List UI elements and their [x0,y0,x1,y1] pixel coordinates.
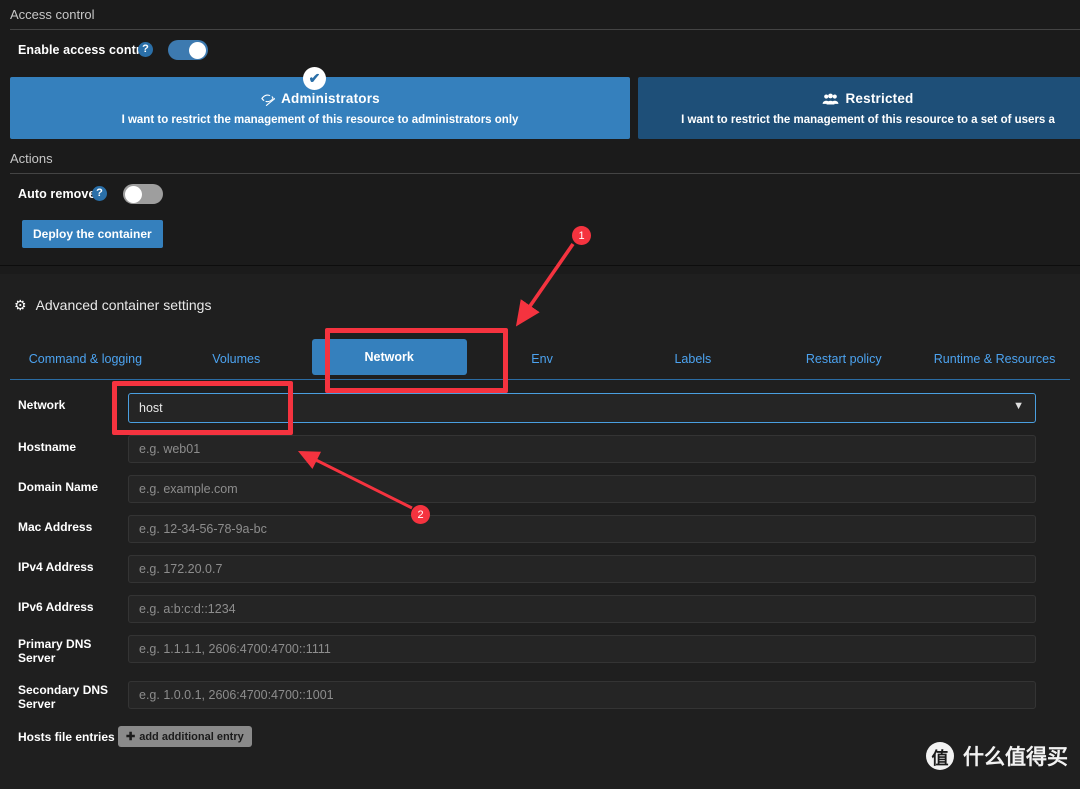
access-control-panel: Access control Enable access control ? A… [0,0,1080,266]
primary-dns-server-label: Primary DNS Server [18,637,92,665]
tab-restart-policy[interactable]: Restart policy [768,352,919,379]
form-row-ipv6-address: IPv6 Address [0,590,1080,630]
ipv4-address-label: IPv4 Address [18,560,94,574]
form-row-hostname: Hostname [0,430,1080,470]
add-additional-entry-label: add additional entry [139,730,244,743]
tab-runtime-resources[interactable]: Runtime & Resources [919,352,1070,379]
secondary-dns-server-input[interactable] [128,681,1036,709]
advanced-container-settings-panel: ⚙ Advanced container settings Command & … [0,274,1080,789]
auto-remove-toggle[interactable] [123,184,163,204]
help-icon[interactable]: ? [92,186,107,201]
deploy-container-button[interactable]: Deploy the container [22,220,163,248]
network-form: Network host ▼ Hostname Domain Name Mac … [0,386,1080,762]
tab-env[interactable]: Env [467,352,618,379]
watermark-text: 什么值得买 [963,745,1068,769]
advanced-settings-title-row: ⚙ Advanced container settings [14,297,211,313]
form-row-mac-address: Mac Address [0,510,1080,550]
form-row-primary-dns: Primary DNS Server [0,630,1080,676]
mac-address-label: Mac Address [18,520,93,534]
enable-access-control-toggle[interactable] [168,40,208,60]
form-row-domain-name: Domain Name [0,470,1080,510]
form-row-network: Network host ▼ [0,386,1080,430]
actions-section-title: Actions [10,151,1080,174]
add-additional-entry-button[interactable]: ✚ add additional entry [118,726,252,747]
access-card-restricted-title: Restricted [638,91,1080,106]
settings-tabs: Command & logging Volumes Network Env La… [10,336,1070,380]
eye-slash-icon [261,94,276,106]
advanced-settings-title: Advanced container settings [35,297,212,313]
primary-dns-server-input[interactable] [128,635,1036,663]
domain-name-input[interactable] [128,475,1036,503]
watermark-logo: 值 [926,742,954,770]
ipv4-address-input[interactable] [128,555,1036,583]
access-control-section-title: Access control [10,7,1080,30]
form-row-secondary-dns: Secondary DNS Server [0,676,1080,722]
gear-icon: ⚙ [14,297,27,313]
ipv6-address-input[interactable] [128,595,1036,623]
selected-check-icon: ✔ [303,67,326,90]
domain-name-label: Domain Name [18,480,99,494]
access-card-administrators-desc: I want to restrict the management of thi… [121,114,519,126]
users-icon [823,93,839,104]
tab-volumes[interactable]: Volumes [161,352,312,379]
mac-address-input[interactable] [128,515,1036,543]
access-card-administrators-title: Administrators [10,91,630,106]
network-select[interactable]: host [128,393,1036,423]
page-root: Access control Enable access control ? A… [0,0,1080,789]
network-label: Network [18,398,66,412]
card-title-text: Restricted [845,91,914,106]
enable-access-control-label: Enable access control [18,43,153,57]
auto-remove-label: Auto remove [18,187,96,201]
plus-circle-icon: ✚ [126,731,136,743]
tab-labels[interactable]: Labels [617,352,768,379]
access-card-restricted-desc: I want to restrict the management of thi… [681,114,1055,126]
hostname-label: Hostname [18,440,77,454]
form-row-ipv4-address: IPv4 Address [0,550,1080,590]
secondary-dns-server-label: Secondary DNS Server [18,683,109,711]
watermark: 值 什么值得买 [926,741,1068,771]
help-icon[interactable]: ? [138,42,153,57]
toggle-knob [189,41,206,59]
form-row-hosts-file-entries: Hosts file entries ✚ add additional entr… [0,722,1080,762]
card-title-text: Administrators [281,91,380,106]
access-card-restricted[interactable]: Restricted I want to restrict the manage… [638,77,1080,139]
hosts-file-entries-label: Hosts file entries [18,730,115,744]
toggle-knob [125,185,142,203]
tab-command-logging[interactable]: Command & logging [10,352,161,379]
tab-network[interactable]: Network [311,339,467,375]
ipv6-address-label: IPv6 Address [18,600,94,614]
hostname-input[interactable] [128,435,1036,463]
